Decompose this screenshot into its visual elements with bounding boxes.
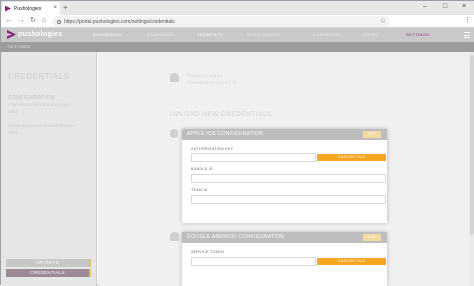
forward-icon[interactable]: → — [17, 17, 25, 25]
android-panel-title: GOOGLE ANDROID CONFIGURATION — [187, 234, 285, 240]
android-choose-file-button[interactable]: CHOOSE FILE — [317, 258, 386, 265]
hamburger-menu-icon[interactable] — [464, 32, 470, 38]
nav-dashboard[interactable]: DASHBOARD — [93, 28, 122, 42]
credentials-button[interactable]: CREDENTIALS — [6, 269, 91, 277]
sidebar-link-here-1[interactable]: HERE — [8, 110, 18, 114]
ios-panel-title: APPLE IOS CONFIGURATION — [187, 131, 263, 137]
url-text: https://portal.pushologies.com/settings/… — [64, 18, 175, 25]
api-keys-button[interactable]: API KEYS — [6, 259, 91, 267]
browser-toolbar: ← → ↻ ⌂ https://portal.pushologies.com/s… — [1, 15, 474, 28]
minimize-icon[interactable]: – — [415, 1, 435, 13]
nav-users[interactable]: USERS — [363, 28, 379, 42]
upload-credentials-title: UPLOAD NEW CREDENTIALS — [170, 111, 273, 118]
pusholo-email-label: PUSHOLO EMAIL — [187, 73, 224, 78]
tab-bar: Pushologies × + – □ × — [1, 1, 474, 15]
bookmark-star-icon[interactable]: ☆ — [380, 17, 386, 25]
reload-icon[interactable]: ↻ — [29, 17, 37, 25]
sidebar-link-here-2[interactable]: HERE — [8, 131, 18, 135]
back-icon[interactable]: ← — [5, 17, 13, 25]
authorization-key-label: AUTHORIZATION KEY — [191, 147, 234, 151]
nav-campaigns-2[interactable]: CAMPAIGNS — [313, 28, 340, 42]
sidebar-text-certificate: LOAD YOUR CERTIFICATE DETAILS — [8, 103, 70, 107]
ios-choose-file-button[interactable]: CHOOSE FILE — [317, 154, 386, 161]
sidebar-title: CREDENTIALS — [8, 72, 70, 81]
android-panel-header: GOOGLE ANDROID CONFIGURATION EDIT — [182, 232, 387, 243]
nav-campaigns[interactable]: CAMPAIGNS — [147, 28, 174, 42]
browser-window: Pushologies × + – □ × ← → ↻ ⌂ https://po… — [0, 0, 474, 286]
main-content: PUSHOLO EMAIL PUSHOLO PROJECT ID UPLOAD … — [98, 52, 474, 286]
app-header: pushologies DASHBOARD CAMPAIGNS SEGMENTS… — [1, 28, 474, 42]
sidebar: CREDENTIALS CONFIGURATION LOAD YOUR CERT… — [1, 52, 97, 286]
pushologies-favicon-icon — [5, 5, 11, 12]
team-id-label: TEAM ID — [191, 188, 208, 192]
android-icon-2 — [170, 232, 179, 241]
service-token-label: SERVICE TOKEN — [191, 250, 224, 254]
logo-text: pushologies — [18, 31, 63, 38]
bundle-id-label: BUNDLE ID — [191, 167, 213, 171]
android-config-panel: GOOGLE ANDROID CONFIGURATION EDIT SERVIC… — [182, 232, 387, 286]
new-tab-icon[interactable]: + — [63, 4, 71, 12]
home-icon[interactable]: ⌂ — [40, 17, 48, 25]
pusholo-project-label: PUSHOLO PROJECT ID — [187, 80, 237, 85]
sidebar-section-title: CONFIGURATION — [8, 95, 55, 101]
browser-menu-icon[interactable]: ⋮ — [464, 17, 471, 25]
team-id-input[interactable] — [191, 195, 386, 204]
bundle-id-input[interactable] — [191, 174, 386, 183]
ios-panel-header: APPLE IOS CONFIGURATION EDIT — [182, 129, 387, 140]
authorization-key-input[interactable] — [191, 153, 316, 162]
close-window-icon[interactable]: × — [454, 1, 474, 13]
ios-edit-button[interactable]: EDIT — [363, 131, 381, 138]
logo-icon — [7, 30, 16, 39]
android-icon — [170, 73, 179, 82]
sidebar-text-google: REFER TO GOOGLE DOCUMENTATION — [8, 124, 75, 128]
nav-settings[interactable]: SETTINGS — [406, 28, 429, 42]
nav-segments[interactable]: SEGMENTS — [197, 28, 223, 42]
tab-close-icon[interactable]: × — [53, 5, 57, 11]
service-token-input[interactable] — [191, 257, 316, 266]
scrollbar-thumb[interactable] — [470, 55, 474, 235]
sub-header: SETTINGS — [1, 42, 474, 52]
browser-tab[interactable]: Pushologies × — [2, 2, 60, 15]
lock-icon — [57, 19, 61, 24]
nav-subscribers[interactable]: SUBSCRIBERS — [247, 28, 280, 42]
android-edit-button[interactable]: EDIT — [363, 234, 381, 241]
scrollbar[interactable] — [469, 52, 474, 286]
maximize-icon[interactable]: □ — [435, 1, 455, 13]
apple-icon — [170, 129, 178, 138]
address-bar[interactable]: https://portal.pushologies.com/settings/… — [52, 16, 390, 27]
tab-title: Pushologies — [14, 5, 42, 12]
logo[interactable]: pushologies — [7, 30, 63, 39]
breadcrumb: SETTINGS — [8, 44, 31, 49]
ios-config-panel: APPLE IOS CONFIGURATION EDIT AUTHORIZATI… — [182, 129, 387, 223]
